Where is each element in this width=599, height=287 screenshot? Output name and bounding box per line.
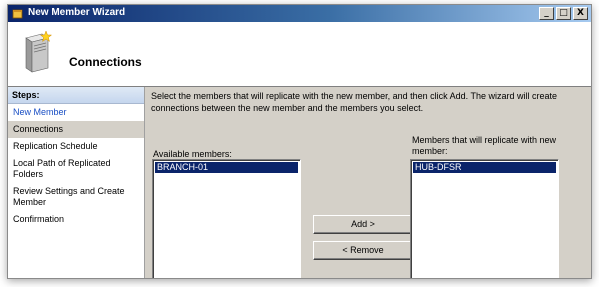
content-pane: Select the members that will replicate w…	[145, 87, 591, 278]
step-replication-schedule: Replication Schedule	[13, 141, 98, 151]
wizard-app-icon	[12, 9, 23, 19]
maximize-button[interactable]: □	[556, 7, 571, 20]
steps-pane: Steps: New Member Connections Replicatio…	[8, 87, 145, 278]
available-members-list[interactable]: BRANCH-01	[152, 159, 301, 278]
replicating-members-label: Members that will replicate with new mem…	[412, 135, 557, 156]
wizard-window: New Member Wizard _ □ X Connections Step…	[7, 4, 592, 279]
step-new-member[interactable]: New Member	[8, 104, 144, 121]
close-button[interactable]: X	[573, 7, 588, 20]
available-members-label: Available members:	[153, 149, 232, 159]
title-bar[interactable]: New Member Wizard _ □ X	[8, 5, 591, 22]
page-title: Connections	[69, 55, 142, 69]
remove-button[interactable]: < Remove	[313, 241, 413, 260]
step-review-settings: Review Settings and Create Member	[13, 186, 125, 207]
wizard-header: Connections	[8, 22, 591, 87]
step-confirmation: Confirmation	[13, 214, 65, 224]
server-icon	[25, 30, 52, 73]
step-connections[interactable]: Connections	[8, 121, 144, 138]
steps-heading: Steps:	[8, 87, 144, 104]
minimize-button[interactable]: _	[539, 7, 554, 20]
step-local-path: Local Path of Replicated Folders	[13, 158, 111, 179]
list-item[interactable]: HUB-DFSR	[413, 162, 556, 173]
window-controls: _ □ X	[539, 7, 588, 20]
replicating-members-list[interactable]: HUB-DFSR	[410, 159, 559, 278]
list-item[interactable]: BRANCH-01	[155, 162, 298, 173]
add-button[interactable]: Add >	[313, 215, 413, 234]
instructions-text: Select the members that will replicate w…	[151, 91, 558, 113]
window-title: New Member Wizard	[28, 7, 126, 18]
